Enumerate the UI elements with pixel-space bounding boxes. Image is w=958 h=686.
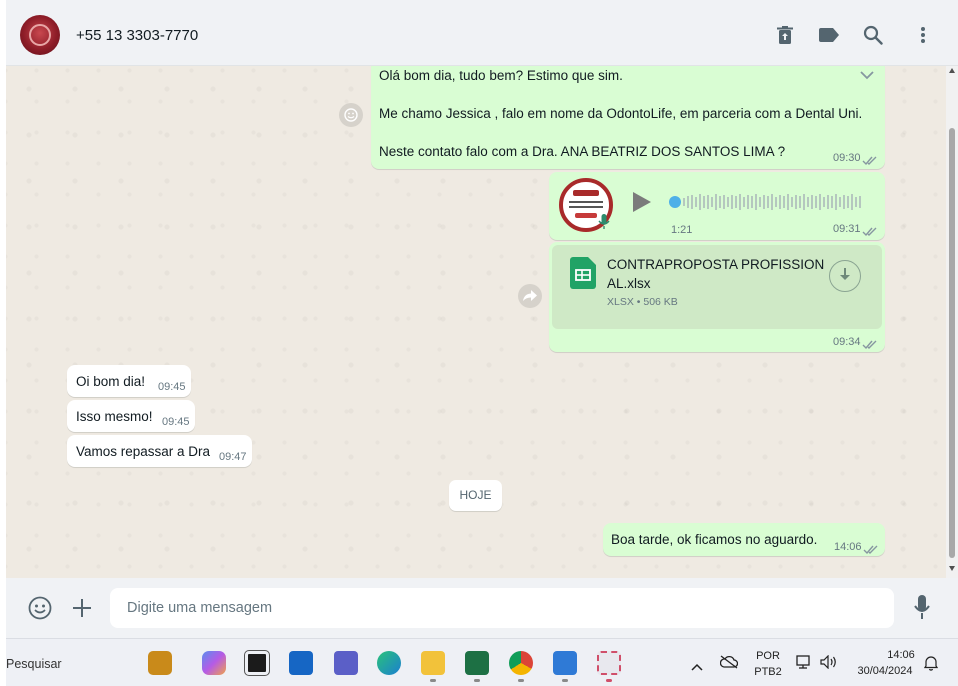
file-name: CONTRAPROPOSTA PROFISSION [607,257,825,272]
network-icon[interactable] [796,655,812,674]
chevron-up-icon[interactable] [691,658,703,676]
keyboard-layout-indicator[interactable]: PTB2 [752,666,784,678]
clock-time[interactable]: 14:06 [880,649,922,661]
chat-scrollbar[interactable] [946,66,958,578]
windows-taskbar: Pesquisar POR PTB2 14:06 30/04/2024 [0,638,958,686]
read-ticks-icon [862,224,878,242]
message-time: 14:06 [834,541,862,553]
message-text: Oi bom dia! [76,374,146,389]
running-indicator [606,679,612,682]
read-ticks-icon [862,153,878,171]
file-meta: XLSX • 506 KB [607,296,678,308]
audio-duration: 1:21 [671,224,693,236]
volume-icon[interactable] [820,654,838,674]
scroll-up-arrow-icon[interactable] [949,68,955,73]
outgoing-message[interactable]: Olá bom dia, tudo bem? Estimo que sim. M… [371,66,885,169]
menu-icon[interactable] [912,24,934,46]
notepad-icon[interactable] [553,651,577,675]
forward-icon[interactable] [518,284,542,308]
incoming-message[interactable]: Oi bom dia! 09:45 [67,365,191,397]
label-icon[interactable] [818,24,840,46]
message-line: Me chamo Jessica , falo em nome da Odont… [379,106,863,121]
clock-date[interactable]: 30/04/2024 [852,665,918,677]
running-indicator [474,679,480,682]
message-time: 09:31 [833,223,861,235]
teams-icon[interactable] [334,651,358,675]
incoming-message[interactable]: Vamos repassar a Dra 09:47 [67,435,252,467]
contact-avatar[interactable] [20,15,60,55]
file-explorer-icon[interactable] [421,651,445,675]
message-text: Vamos repassar a Dra [76,444,211,459]
contact-name[interactable]: +55 13 3303-7770 [76,27,198,44]
taskbar-search[interactable]: Pesquisar [6,657,62,671]
message-input-placeholder: Digite uma mensagem [127,600,273,616]
message-composer: Digite uma mensagem [6,578,958,638]
message-text: Isso mesmo! [76,409,153,424]
notification-bell-icon[interactable] [923,655,939,676]
audio-waveform[interactable] [669,190,865,214]
message-time: 09:30 [833,152,861,164]
briefcase-app-icon[interactable] [148,651,172,675]
scrollbar-thumb[interactable] [949,128,955,558]
snipping-tool-icon[interactable] [597,651,621,675]
message-time: 09:45 [158,381,186,393]
voice-message[interactable]: 1:21 09:31 [549,172,885,240]
message-time: 09:47 [219,451,247,463]
react-emoji-icon[interactable] [339,103,363,127]
excel-icon[interactable] [465,651,489,675]
message-input[interactable]: Digite uma mensagem [110,588,894,628]
chat-header: +55 13 3303-7770 [0,0,958,66]
chrome-icon[interactable] [509,651,533,675]
message-text: Boa tarde, ok ficamos no aguardo. [611,532,818,547]
date-divider: HOJE [449,480,502,511]
download-icon[interactable] [829,260,861,292]
task-view-icon[interactable] [244,650,270,676]
file-message[interactable]: CONTRAPROPOSTA PROFISSION AL.xlsx XLSX •… [549,242,885,352]
copilot-icon[interactable] [202,651,226,675]
spreadsheet-icon [570,257,596,294]
outgoing-message[interactable]: Boa tarde, ok ficamos no aguardo. 14:06 [603,523,885,556]
language-indicator[interactable]: POR [754,650,782,662]
file-name: AL.xlsx [607,276,651,291]
running-indicator [518,679,524,682]
read-ticks-icon [863,542,879,560]
file-card[interactable]: CONTRAPROPOSTA PROFISSION AL.xlsx XLSX •… [552,245,882,329]
cloud-offline-icon[interactable] [719,655,739,674]
running-indicator [430,679,436,682]
microphone-icon [598,214,610,235]
whatsapp-window: +55 13 3303-7770 Olá bom dia, tudo bem? … [0,0,958,686]
store-icon[interactable] [289,651,313,675]
scroll-down-arrow-icon[interactable] [949,566,955,571]
message-line: Olá bom dia, tudo bem? Estimo que sim. [379,68,623,83]
attach-plus-icon[interactable] [72,598,92,623]
microphone-icon[interactable] [914,595,930,626]
message-time: 09:34 [833,336,861,348]
read-ticks-icon [862,337,878,355]
running-indicator [562,679,568,682]
message-line: Neste contato falo com a Dra. ANA BEATRI… [379,144,786,159]
incoming-message[interactable]: Isso mesmo! 09:45 [67,400,195,432]
edge-icon[interactable] [377,651,401,675]
play-icon[interactable] [633,192,651,217]
search-icon[interactable] [862,24,884,46]
emoji-icon[interactable] [28,596,52,625]
chevron-down-icon[interactable] [860,67,874,85]
chat-area: Olá bom dia, tudo bem? Estimo que sim. M… [6,66,946,578]
message-time: 09:45 [162,416,190,428]
window-left-edge [0,0,6,686]
delete-icon[interactable] [774,24,796,46]
